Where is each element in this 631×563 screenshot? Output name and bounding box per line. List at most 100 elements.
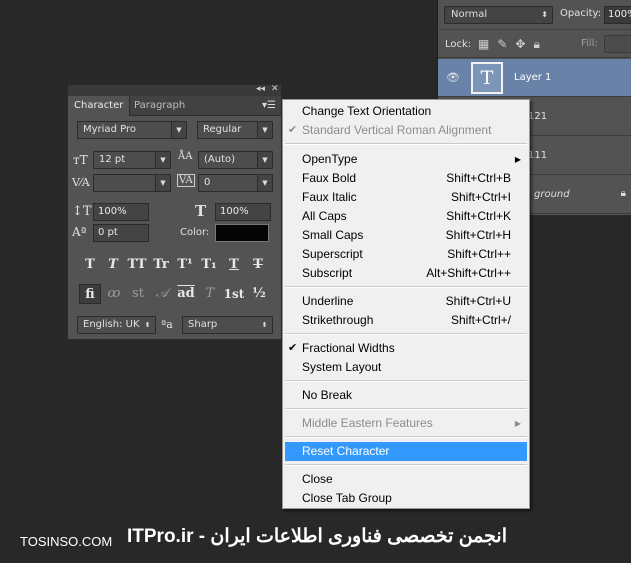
ordinals-button[interactable]: 1st — [223, 284, 245, 304]
font-family-select[interactable]: Myriad Pro ▼ — [77, 121, 187, 139]
tab-paragraph[interactable]: Paragraph — [128, 96, 191, 116]
menu-item-small-caps[interactable]: Small Caps Shift+Ctrl+H — [285, 226, 527, 245]
vertical-scale-field[interactable]: 100% — [93, 203, 149, 221]
baseline-shift-icon: Aª — [72, 225, 87, 239]
font-style-select[interactable]: Regular ▼ — [197, 121, 273, 139]
submenu-arrow-icon: ▶ — [514, 419, 521, 428]
eye-icon[interactable]: 👁︎ — [446, 71, 460, 84]
font-family-value: Myriad Pro — [83, 124, 136, 135]
strikethrough-button[interactable]: T — [247, 255, 269, 275]
titling-alternates-button[interactable]: T — [199, 284, 221, 304]
tracking-field[interactable]: 0 ▼ — [198, 174, 273, 192]
fill-field[interactable] — [604, 35, 631, 53]
ligatures-button[interactable]: fi — [79, 284, 101, 304]
check-icon: ✔ — [288, 124, 298, 136]
menu-item-label: Close — [302, 472, 333, 486]
leading-field[interactable]: (Auto) ▼ — [198, 151, 273, 169]
menu-item-change-text-orientation[interactable]: Change Text Orientation — [285, 102, 527, 121]
menu-separator — [285, 333, 527, 335]
menu-item-label: No Break — [302, 388, 353, 402]
menu-separator — [285, 143, 527, 145]
lock-label: Lock: — [445, 39, 472, 50]
menu-item-close[interactable]: Close — [285, 470, 527, 489]
menu-item-fractional-widths[interactable]: ✔ Fractional Widths — [285, 339, 527, 358]
lock-move-icon[interactable]: ✥ — [515, 37, 525, 52]
vertical-scale-icon: ↕T — [72, 204, 92, 219]
menu-separator — [285, 436, 527, 438]
lock-brush-icon[interactable]: ✎ — [497, 37, 507, 52]
stylistic-alternates-button[interactable]: ad — [175, 284, 197, 304]
panel-menu-icon[interactable]: ▾☰ — [262, 100, 276, 111]
opacity-field[interactable]: 100% — [604, 6, 631, 24]
menu-item-shortcut: Shift+Ctrl+B — [446, 171, 511, 185]
blend-mode-value: Normal — [451, 9, 488, 20]
menu-item-strikethrough[interactable]: Strikethrough Shift+Ctrl+/ — [285, 311, 527, 330]
layer-name: 111 — [528, 150, 548, 161]
language-select[interactable]: English: UK ⬍ — [77, 316, 156, 334]
tab-character[interactable]: Character — [68, 96, 131, 116]
menu-item-system-layout[interactable]: System Layout — [285, 358, 527, 377]
text-color-swatch[interactable] — [215, 224, 269, 242]
fractions-button[interactable]: ½ — [248, 284, 270, 304]
chevron-down-icon: ▼ — [257, 122, 272, 138]
subscript-button[interactable]: T₁ — [198, 255, 220, 275]
discretionary-ligatures-button[interactable]: st — [127, 284, 149, 304]
menu-item-label: Superscript — [302, 247, 363, 261]
watermark-left: TOSINSO.COM — [20, 534, 113, 549]
chevron-updown-icon: ⬍ — [144, 321, 151, 329]
language-value: English: UK — [83, 319, 140, 330]
menu-item-label: Reset Character — [302, 444, 390, 458]
font-size-value: 12 pt — [99, 154, 126, 165]
all-caps-button[interactable]: TT — [126, 255, 148, 275]
horizontal-scale-icon: T — [195, 202, 207, 220]
menu-item-faux-italic[interactable]: Faux Italic Shift+Ctrl+I — [285, 188, 527, 207]
faux-bold-button[interactable]: T — [79, 255, 101, 275]
lock-icons: ▦ ✎ ✥ 🔒︎ — [478, 37, 540, 52]
chevron-down-icon: ▼ — [155, 175, 170, 191]
antialias-icon: ªa — [161, 318, 173, 331]
old-style-button[interactable]: ꝏ — [103, 284, 125, 304]
menu-item-label: Underline — [302, 294, 354, 308]
lock-all-icon[interactable]: 🔒︎ — [533, 37, 539, 52]
font-style-value: Regular — [203, 124, 242, 135]
menu-item-superscript[interactable]: Superscript Shift+Ctrl++ — [285, 245, 527, 264]
layer-row-layer-1[interactable]: 👁︎ T Layer 1 — [438, 59, 631, 97]
menu-item-standard-vertical-roman-alignment[interactable]: ✔ Standard Vertical Roman Alignment — [285, 121, 527, 140]
menu-item-faux-bold[interactable]: Faux Bold Shift+Ctrl+B — [285, 169, 527, 188]
kerning-field[interactable]: ▼ — [93, 174, 171, 192]
lock-transparent-icon[interactable]: ▦ — [478, 37, 489, 52]
menu-item-opentype[interactable]: OpenType ▶ — [285, 150, 527, 169]
menu-item-shortcut: Shift+Ctrl+U — [445, 294, 511, 308]
character-panel: ◂◂ ✕ Character Paragraph ▾☰ Myriad Pro ▼… — [67, 84, 282, 340]
small-caps-button[interactable]: Tr — [150, 255, 172, 275]
swash-button[interactable]: 𝒜 — [151, 284, 173, 304]
horizontal-scale-field[interactable]: 100% — [215, 203, 271, 221]
menu-item-middle-eastern-features[interactable]: Middle Eastern Features ▶ — [285, 414, 527, 433]
opacity-label: Opacity: — [560, 8, 602, 19]
text-layer-thumbnail: T — [471, 62, 503, 94]
menu-item-label: Close Tab Group — [302, 491, 392, 505]
superscript-button[interactable]: T¹ — [174, 255, 196, 275]
menu-item-underline[interactable]: Underline Shift+Ctrl+U — [285, 292, 527, 311]
menu-item-label: Faux Bold — [302, 171, 357, 185]
antialias-select[interactable]: Sharp ⬍ — [182, 316, 273, 334]
menu-item-reset-character[interactable]: Reset Character — [285, 442, 527, 461]
faux-italic-button[interactable]: T — [102, 255, 124, 275]
font-size-field[interactable]: 12 pt ▼ — [93, 151, 171, 169]
menu-item-subscript[interactable]: Subscript Alt+Shift+Ctrl++ — [285, 264, 527, 283]
menu-item-no-break[interactable]: No Break — [285, 386, 527, 405]
menu-item-all-caps[interactable]: All Caps Shift+Ctrl+K — [285, 207, 527, 226]
menu-item-label: All Caps — [302, 209, 347, 223]
antialias-value: Sharp — [188, 319, 218, 330]
tracking-value: 0 — [204, 177, 211, 188]
menu-item-shortcut: Shift+Ctrl+I — [450, 190, 511, 204]
close-icon[interactable]: ✕ — [271, 84, 279, 94]
check-icon: ✔ — [288, 342, 298, 354]
collapse-icon[interactable]: ◂◂ — [256, 84, 265, 94]
character-panel-menu: Change Text Orientation ✔ Standard Verti… — [282, 99, 530, 509]
panel-title-bar: ◂◂ ✕ — [68, 84, 281, 96]
menu-item-close-tab-group[interactable]: Close Tab Group — [285, 489, 527, 508]
baseline-shift-field[interactable]: 0 pt — [93, 224, 149, 242]
underline-button[interactable]: T — [223, 255, 245, 275]
blend-mode-select[interactable]: Normal ⬍ — [444, 6, 553, 24]
